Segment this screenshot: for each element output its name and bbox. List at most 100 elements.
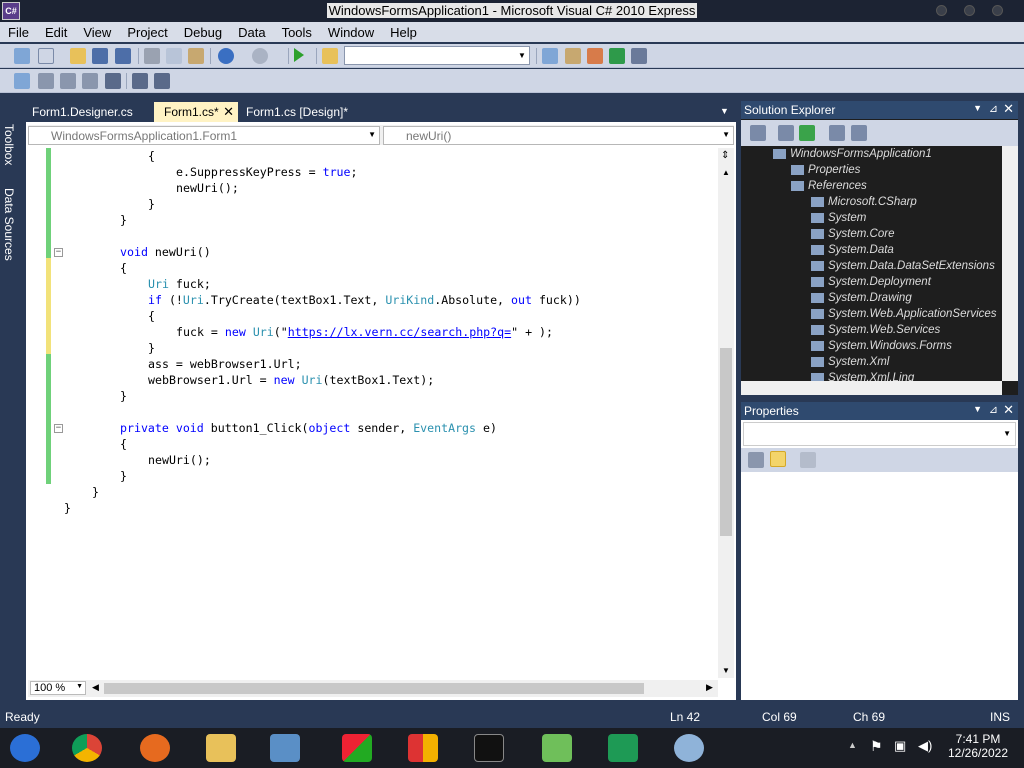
file-manager-icon[interactable]	[206, 734, 236, 762]
solution-explorer-icon[interactable]	[542, 48, 558, 64]
tab-dropdown-icon[interactable]: ▼	[720, 106, 729, 116]
menu-file[interactable]: File	[0, 22, 37, 42]
tree-item[interactable]: System.Windows.Forms	[811, 340, 952, 356]
chromium-icon[interactable]	[10, 734, 40, 762]
menu-debug[interactable]: Debug	[176, 22, 230, 42]
pin-icon[interactable]: ⊿	[989, 102, 998, 115]
tree-item[interactable]: System.Data	[811, 244, 894, 260]
indent-icon[interactable]	[154, 73, 170, 89]
toolbox-window-icon[interactable]	[587, 48, 603, 64]
tree-item[interactable]: Microsoft.CSharp	[811, 196, 917, 212]
tree-item[interactable]: References	[791, 180, 867, 196]
new-project-icon[interactable]	[14, 48, 30, 64]
cut-icon[interactable]	[144, 48, 160, 64]
extension-icon[interactable]	[631, 48, 647, 64]
view-designer-icon[interactable]	[851, 125, 867, 141]
tab-form1-design[interactable]: Form1.cs [Design]*	[236, 102, 376, 122]
start-page-icon[interactable]	[609, 48, 625, 64]
comment-icon[interactable]	[105, 73, 121, 89]
tree-horizontal-scrollbar[interactable]	[741, 381, 1002, 395]
tree-item[interactable]: System.Web.ApplicationServices	[811, 308, 997, 324]
tree-vertical-scrollbar[interactable]	[1002, 146, 1018, 381]
scroll-left-icon[interactable]: ◀	[92, 682, 99, 693]
scroll-thumb[interactable]	[720, 348, 732, 536]
tray-expand-icon[interactable]: ▲	[848, 740, 857, 750]
close-icon[interactable]: ✕	[1003, 101, 1014, 117]
tree-item[interactable]: System.Data.DataSetExtensions	[811, 260, 995, 276]
scroll-thumb[interactable]	[104, 683, 644, 694]
clock[interactable]: 7:41 PM 12/26/2022	[944, 732, 1012, 760]
show-all-files-icon[interactable]	[750, 125, 766, 141]
undo-icon[interactable]	[218, 48, 234, 64]
notepad-icon[interactable]	[542, 734, 572, 762]
data-sources-tab[interactable]: Data Sources	[2, 188, 16, 261]
categorized-icon[interactable]	[748, 452, 764, 468]
close-window-button[interactable]	[992, 5, 1003, 16]
outdent-icon[interactable]	[132, 73, 148, 89]
tab-form1-designer[interactable]: Form1.Designer.cs	[22, 102, 150, 122]
menu-window[interactable]: Window	[320, 22, 382, 42]
scroll-up-icon[interactable]: ▲	[722, 168, 730, 177]
tab-form1-cs[interactable]: Form1.cs* ✕	[154, 102, 238, 122]
quick-info-icon[interactable]	[60, 73, 76, 89]
chevron-down-icon[interactable]: ▼	[1003, 429, 1011, 438]
alphabetical-icon[interactable]	[770, 451, 786, 467]
office-icon[interactable]	[408, 734, 438, 762]
tree-item[interactable]: Properties	[791, 164, 860, 180]
pin-icon[interactable]: ⊿	[989, 403, 998, 416]
find-in-files-icon[interactable]	[322, 48, 338, 64]
scroll-right-icon[interactable]: ▶	[706, 682, 713, 693]
zoom-combo[interactable]: 100 % ▼	[30, 681, 86, 695]
flag-icon[interactable]: ⚑	[870, 738, 883, 755]
parameter-info-icon[interactable]	[38, 73, 54, 89]
display-members-icon[interactable]	[14, 73, 30, 89]
paste-icon[interactable]	[188, 48, 204, 64]
tree-item[interactable]: System	[811, 212, 866, 228]
properties-window-icon[interactable]	[565, 48, 581, 64]
member-combo[interactable]: newUri() ▼	[383, 126, 734, 145]
scroll-down-icon[interactable]: ▼	[722, 666, 730, 675]
chevron-down-icon[interactable]: ▼	[973, 404, 982, 414]
menu-project[interactable]: Project	[119, 22, 175, 42]
tree-item[interactable]: System.Xml	[811, 356, 889, 372]
tree-item[interactable]: System.Deployment	[811, 276, 931, 292]
tree-item[interactable]: System.Web.Services	[811, 324, 940, 340]
code-view[interactable]: − − {e.SuppressKeyPress = true; newUri();…	[28, 148, 716, 678]
tree-item[interactable]: System.Drawing	[811, 292, 912, 308]
chevron-down-icon[interactable]: ▼	[722, 130, 730, 139]
maximize-button[interactable]	[964, 5, 975, 16]
redo-icon[interactable]	[252, 48, 268, 64]
find-combo[interactable]: ▼	[344, 46, 530, 65]
save-icon[interactable]	[92, 48, 108, 64]
open-folder-icon[interactable]	[70, 48, 86, 64]
menu-view[interactable]: View	[75, 22, 119, 42]
class-combo[interactable]: WindowsFormsApplication1.Form1 ▼	[28, 126, 380, 145]
chevron-down-icon[interactable]: ▼	[973, 103, 982, 113]
word-completion-icon[interactable]	[82, 73, 98, 89]
close-icon[interactable]: ✕	[1003, 402, 1014, 418]
firefox-icon[interactable]	[140, 734, 170, 762]
tree-item[interactable]: WindowsFormsApplication1	[773, 148, 932, 164]
network-status-icon[interactable]: ▣	[894, 738, 906, 754]
terminal-icon[interactable]	[474, 734, 504, 762]
collapse-icon[interactable]: −	[54, 248, 63, 257]
chevron-down-icon[interactable]: ▼	[368, 130, 376, 139]
property-pages-icon[interactable]	[800, 452, 816, 468]
csharp-icon[interactable]	[608, 734, 638, 762]
toolbox-tab[interactable]: Toolbox	[2, 124, 16, 165]
start-debugging-icon[interactable]	[294, 48, 304, 62]
tree-item[interactable]: System.Core	[811, 228, 894, 244]
menu-data[interactable]: Data	[230, 22, 273, 42]
chrome-icon[interactable]	[72, 734, 102, 762]
winxp-flag-icon[interactable]	[342, 734, 372, 762]
minimize-button[interactable]	[936, 5, 947, 16]
refresh-icon[interactable]	[799, 125, 815, 141]
add-item-icon[interactable]	[38, 48, 54, 64]
menu-help[interactable]: Help	[382, 22, 425, 42]
vertical-scrollbar[interactable]: ⇕ ▲ ▼	[718, 148, 734, 678]
menu-tools[interactable]: Tools	[274, 22, 320, 42]
volume-icon[interactable]: ◀)	[918, 738, 932, 754]
copy-icon[interactable]	[166, 48, 182, 64]
menu-edit[interactable]: Edit	[37, 22, 75, 42]
network-icon[interactable]	[270, 734, 300, 762]
